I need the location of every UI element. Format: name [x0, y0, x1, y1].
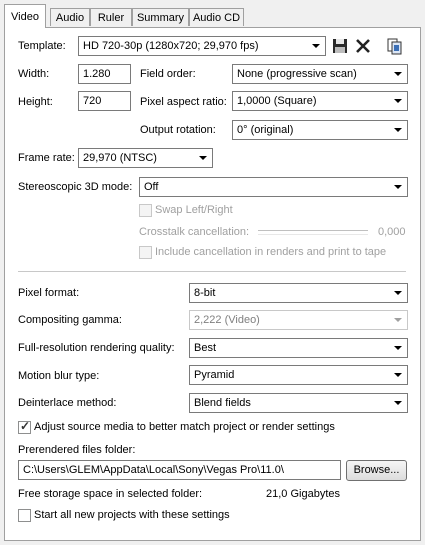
render-quality-value: Best	[194, 342, 217, 354]
width-label: Width:	[18, 68, 50, 80]
frame-rate-label: Frame rate:	[18, 152, 75, 164]
stereo-value: Off	[144, 181, 159, 193]
output-rotation-select[interactable]: 0° (original)	[232, 120, 408, 140]
motion-blur-label: Motion blur type:	[18, 370, 100, 382]
delete-icon[interactable]	[354, 37, 372, 55]
deinterlace-label: Deinterlace method:	[18, 397, 117, 409]
pixel-aspect-value: 1,0000 (Square)	[237, 95, 317, 107]
tab-ruler[interactable]: Ruler	[90, 8, 132, 26]
frame-rate-value: 29,970 (NTSC)	[83, 152, 157, 164]
chevron-down-icon	[390, 179, 406, 195]
template-label: Template:	[18, 40, 66, 52]
chevron-down-icon	[390, 285, 406, 301]
adjust-media-label: Adjust source media to better match proj…	[34, 421, 335, 433]
pixel-format-select[interactable]: 8-bit	[189, 283, 408, 303]
prerender-folder-field[interactable]: C:\Users\GLEM\AppData\Local\Sony\Vegas P…	[18, 460, 341, 480]
field-order-value: None (progressive scan)	[237, 68, 357, 80]
deinterlace-select[interactable]: Blend fields	[189, 393, 408, 413]
chevron-down-icon	[390, 312, 406, 328]
save-icon[interactable]	[331, 37, 349, 55]
adjust-media-checkbox[interactable]: ✓	[18, 419, 31, 434]
pixel-format-label: Pixel format:	[18, 287, 80, 299]
tab-audio-cd[interactable]: Audio CD	[189, 8, 244, 26]
motion-blur-select[interactable]: Pyramid	[189, 365, 408, 385]
pixel-aspect-label: Pixel aspect ratio:	[140, 96, 227, 108]
output-rotation-label: Output rotation:	[140, 124, 216, 136]
height-field[interactable]: 720	[78, 91, 131, 111]
motion-blur-value: Pyramid	[194, 369, 235, 381]
chevron-down-icon	[390, 66, 406, 82]
field-order-label: Field order:	[140, 68, 196, 80]
chevron-down-icon	[390, 122, 406, 138]
field-order-select[interactable]: None (progressive scan)	[232, 64, 408, 84]
chevron-down-icon	[390, 93, 406, 109]
output-rotation-value: 0° (original)	[237, 124, 294, 136]
compositing-gamma-value: 2,222 (Video)	[194, 314, 260, 326]
height-label: Height:	[18, 96, 53, 108]
include-cancel-checkbox[interactable]	[139, 246, 152, 259]
chevron-down-icon	[390, 395, 406, 411]
deinterlace-value: Blend fields	[194, 397, 251, 409]
chevron-down-icon	[390, 367, 406, 383]
chevron-down-icon	[195, 150, 211, 166]
tab-video[interactable]: Video	[4, 4, 46, 28]
chevron-down-icon	[308, 38, 324, 54]
compositing-gamma-label: Compositing gamma:	[18, 314, 122, 326]
stereo-label: Stereoscopic 3D mode:	[18, 181, 133, 193]
pixel-format-value: 8-bit	[194, 287, 216, 299]
frame-rate-select[interactable]: 29,970 (NTSC)	[78, 148, 213, 168]
free-space-value: 21,0 Gigabytes	[266, 488, 340, 500]
start-new-label: Start all new projects with these settin…	[34, 509, 230, 521]
section-divider	[18, 271, 406, 272]
browse-button[interactable]: Browse...	[346, 460, 407, 481]
render-quality-label: Full-resolution rendering quality:	[18, 342, 175, 354]
tab-bar: Video Audio Ruler Summary Audio CD	[0, 0, 425, 28]
width-field[interactable]: 1.280	[78, 64, 131, 84]
tab-audio[interactable]: Audio	[50, 8, 90, 26]
tab-summary[interactable]: Summary	[132, 8, 189, 26]
stereo-select[interactable]: Off	[139, 177, 408, 197]
chevron-down-icon	[390, 340, 406, 356]
crosstalk-slider[interactable]	[258, 230, 368, 235]
crosstalk-value: 0,000	[378, 226, 406, 238]
free-space-label: Free storage space in selected folder:	[18, 488, 203, 500]
prerender-label: Prerendered files folder:	[18, 444, 136, 456]
checkmark-icon: ✓	[20, 419, 31, 433]
swap-label: Swap Left/Right	[155, 204, 233, 216]
template-value: HD 720-30p (1280x720; 29,970 fps)	[83, 40, 259, 52]
render-quality-select[interactable]: Best	[189, 338, 408, 358]
start-new-checkbox[interactable]	[18, 509, 31, 522]
compositing-gamma-select[interactable]: 2,222 (Video)	[189, 310, 408, 330]
template-select[interactable]: HD 720-30p (1280x720; 29,970 fps)	[78, 36, 326, 56]
pixel-aspect-select[interactable]: 1,0000 (Square)	[232, 91, 408, 111]
crosstalk-label: Crosstalk cancellation:	[139, 226, 250, 238]
include-cancel-label: Include cancellation in renders and prin…	[155, 246, 387, 258]
swap-checkbox[interactable]	[139, 204, 152, 217]
match-media-icon[interactable]	[385, 37, 403, 55]
